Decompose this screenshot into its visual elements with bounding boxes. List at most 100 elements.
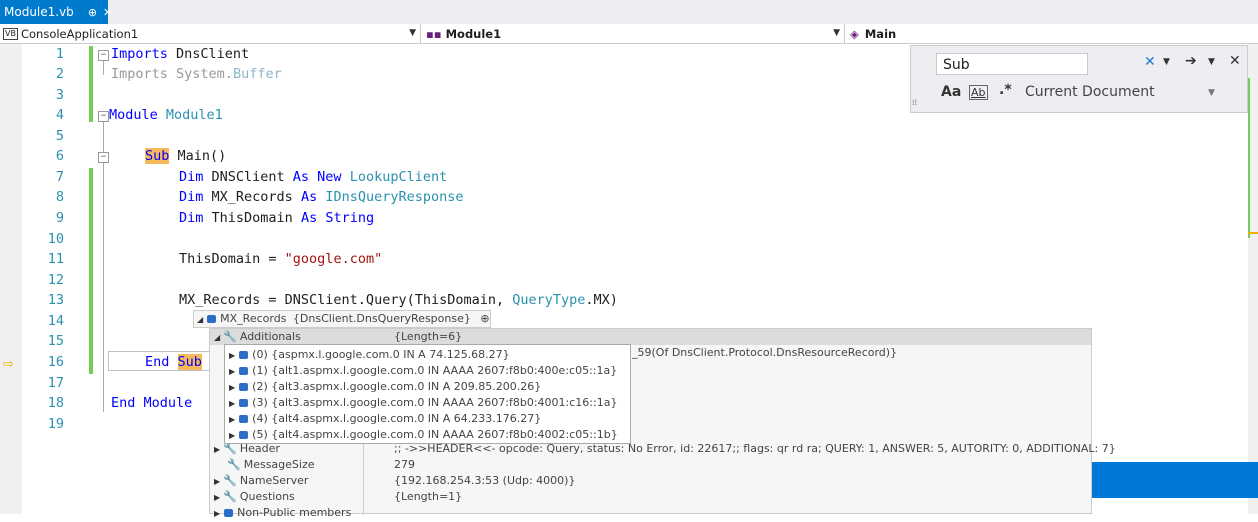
item-value: {alt3.aspmx.l.google.com.0 IN A 209.85.2… — [271, 380, 542, 393]
line-number: 11 — [47, 251, 64, 267]
code-text: ThisDomain — [203, 210, 301, 226]
datatip-row-nonpublic[interactable]: ▶ Non-Public members — [214, 505, 351, 521]
code-text: MX_Records = DNSClient.Query(ThisDomain, — [179, 292, 513, 308]
project-dropdown[interactable]: VB ConsoleApplication1 ▼ — [0, 24, 421, 43]
chevron-down-icon: ▼ — [409, 28, 416, 38]
pin-icon[interactable]: ⊕ — [88, 6, 97, 19]
property-icon: 🔧 — [227, 458, 241, 471]
datatip-row-messagesize[interactable]: 🔧 MessageSize — [224, 457, 315, 473]
datatip-item[interactable]: ▶ (0) {aspmx.l.google.com.0 IN A 74.125.6… — [229, 347, 510, 363]
match-case-icon[interactable]: Aa — [941, 84, 961, 100]
code-text: Main() — [169, 148, 227, 164]
code-line: Dim MX_Records As IDnsQueryResponse — [179, 187, 464, 207]
item-index: (4) — [252, 412, 268, 425]
datatip-row-additionals[interactable]: ◢ 🔧 Additionals — [214, 329, 301, 345]
close-icon[interactable]: ✕ — [103, 6, 112, 19]
row-name: Additionals — [239, 330, 301, 343]
chevron-down-icon[interactable]: ▼ — [1208, 57, 1215, 67]
item-index: (2) — [252, 380, 268, 393]
line-number: 10 — [47, 231, 64, 247]
scroll-position-marker — [1248, 232, 1258, 234]
keyword: As New — [292, 169, 342, 185]
line-number: 3 — [55, 87, 64, 103]
row-value: {192.168.254.3:53 (Udp: 4000)} — [394, 474, 576, 487]
line-number: 8 — [55, 189, 64, 205]
datatip-item[interactable]: ▶ (5) {alt4.aspmx.l.google.com.0 IN AAAA … — [229, 427, 618, 443]
module-dropdown[interactable]: ▪▪ Module1 ▼ — [423, 24, 845, 43]
member-dropdown[interactable]: ◈ Main — [847, 24, 1258, 43]
property-icon: 🔧 — [223, 330, 237, 343]
line-number: 17 — [47, 375, 64, 391]
keyword: As — [300, 189, 318, 205]
indicator-margin — [0, 44, 22, 514]
datatip-item[interactable]: ▶ (2) {alt3.aspmx.l.google.com.0 IN A 209… — [229, 379, 541, 395]
collapse-icon[interactable]: − — [98, 50, 109, 61]
datatip-item[interactable]: ▶ (1) {alt1.aspmx.l.google.com.0 IN AAAA … — [229, 363, 617, 379]
datatip-item[interactable]: ▶ (3) {alt3.aspmx.l.google.com.0 IN AAAA … — [229, 395, 617, 411]
find-widget: Sub ✕ ▼ ➔ ▼ ✕ Aa Ab .* Current Document … — [910, 45, 1248, 113]
row-name: Questions — [239, 490, 295, 503]
keyword: Sub — [177, 354, 202, 370]
type-name: IDnsQueryResponse — [317, 189, 464, 205]
code-line: Imports DnsClient — [111, 44, 249, 64]
clear-icon[interactable]: ✕ — [1144, 54, 1156, 70]
resize-grip-icon[interactable]: ⁞⁞ — [912, 98, 917, 107]
collapse-icon[interactable]: − — [98, 152, 109, 163]
chevron-down-icon[interactable]: ▼ — [1208, 88, 1215, 98]
line-number: 9 — [55, 210, 64, 226]
member-name: Main — [864, 26, 897, 41]
object-icon — [239, 351, 249, 359]
keyword: As String — [300, 210, 375, 226]
expand-icon[interactable]: ▶ — [229, 415, 235, 424]
code-text: .MX) — [585, 292, 618, 308]
regex-icon[interactable]: .* — [999, 82, 1012, 98]
expand-icon[interactable]: ▶ — [229, 351, 235, 360]
expand-icon[interactable]: ▶ — [229, 399, 235, 408]
object-icon — [239, 431, 249, 439]
keyword: End — [145, 354, 170, 370]
datatip-row-questions[interactable]: ▶ 🔧 Questions — [214, 489, 295, 505]
keyword: Module — [109, 107, 158, 123]
match-whole-word-icon[interactable]: Ab — [969, 85, 988, 100]
change-indicator — [89, 46, 93, 122]
line-number: 6 — [55, 148, 64, 164]
chevron-down-icon: ▼ — [833, 28, 840, 38]
expand-icon[interactable]: ▶ — [214, 493, 220, 502]
line-number: 14 — [47, 313, 64, 329]
chevron-down-icon[interactable]: ▼ — [1163, 57, 1170, 67]
row-value: _59(Of DnsClient.Protocol.DnsResourceRec… — [632, 346, 898, 359]
find-next-icon[interactable]: ➔ — [1185, 53, 1197, 69]
row-value: {Length=1} — [394, 490, 463, 503]
find-query: Sub — [943, 57, 970, 73]
code-line: Dim ThisDomain As String — [179, 208, 374, 228]
change-indicator — [89, 168, 93, 374]
expand-icon[interactable]: ◢ — [197, 315, 203, 324]
datatip-root[interactable]: ◢ MX_Records {DnsClient.DnsQueryResponse}… — [193, 310, 491, 328]
tab-module1-vb[interactable]: Module1.vb ⊕ ✕ — [0, 0, 112, 24]
expand-icon[interactable]: ▶ — [229, 431, 235, 440]
row-name: MessageSize — [243, 458, 315, 471]
expand-icon[interactable]: ▶ — [229, 367, 235, 376]
search-scope[interactable]: Current Document — [1025, 84, 1155, 100]
code-text: System. — [167, 66, 233, 82]
collapse-icon[interactable]: − — [98, 111, 109, 122]
code-line: ThisDomain = "google.com" — [179, 249, 382, 269]
pin-icon[interactable]: ⊕ — [480, 312, 489, 325]
expand-icon[interactable]: ▶ — [214, 445, 220, 454]
expand-icon[interactable]: ▶ — [229, 383, 235, 392]
keyword: Dim — [179, 210, 204, 226]
code-line: Module Module1 — [109, 105, 223, 125]
object-icon — [224, 509, 234, 517]
method-icon: ◈ — [850, 26, 859, 41]
datatip-value: {DnsClient.DnsQueryResponse} — [292, 312, 471, 325]
close-icon[interactable]: ✕ — [1229, 53, 1241, 69]
property-icon: 🔧 — [223, 474, 237, 487]
row-name: Non-Public members — [237, 506, 352, 519]
find-input[interactable]: Sub — [936, 53, 1088, 75]
vertical-scrollbar[interactable] — [1248, 44, 1258, 514]
expand-icon[interactable]: ▶ — [214, 477, 220, 486]
datatip-item[interactable]: ▶ (4) {alt4.aspmx.l.google.com.0 IN A 64.… — [229, 411, 541, 427]
expand-icon[interactable]: ◢ — [214, 333, 220, 342]
datatip-row-nameserver[interactable]: ▶ 🔧 NameServer — [214, 473, 308, 489]
line-number: 5 — [55, 128, 64, 144]
